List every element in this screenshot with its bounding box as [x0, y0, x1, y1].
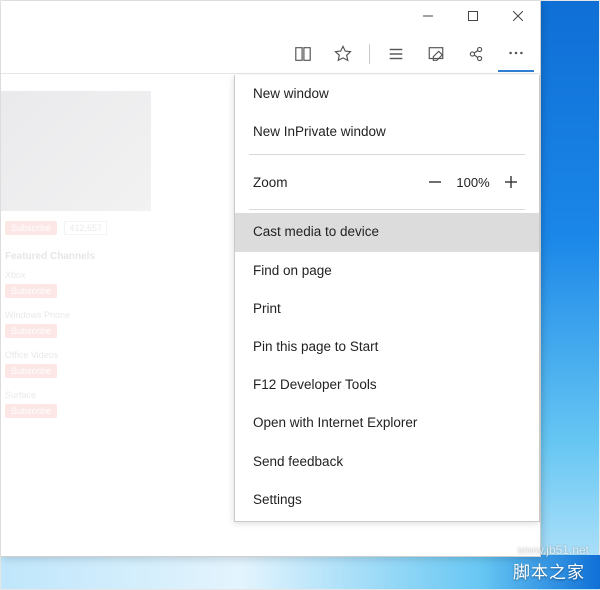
menu-item-find[interactable]: Find on page	[235, 252, 539, 290]
hub-button[interactable]	[378, 36, 414, 72]
close-button[interactable]	[495, 1, 540, 31]
maximize-icon	[468, 11, 478, 21]
star-icon	[334, 45, 352, 63]
subscriber-count-bg: 412,657	[64, 221, 107, 235]
plus-icon	[503, 174, 519, 190]
menu-item-open-ie[interactable]: Open with Internet Explorer	[235, 404, 539, 442]
minus-icon	[427, 174, 443, 190]
featured-channels-heading: Featured Channels	[5, 251, 147, 262]
favorite-button[interactable]	[325, 36, 361, 72]
browser-window: Subscribe 412,657 Featured Channels Xbox…	[1, 1, 541, 557]
menu-item-print[interactable]: Print	[235, 290, 539, 328]
web-note-button[interactable]	[418, 36, 454, 72]
minimize-icon	[423, 11, 433, 21]
zoom-label: Zoom	[253, 175, 419, 190]
channel-item: Surface	[5, 390, 147, 400]
close-icon	[513, 11, 523, 21]
zoom-value: 100%	[451, 175, 495, 190]
window-controls	[405, 1, 540, 31]
channel-item: Xbox	[5, 270, 147, 280]
zoom-in-button[interactable]	[495, 166, 527, 198]
browser-toolbar	[285, 35, 540, 73]
menu-item-f12[interactable]: F12 Developer Tools	[235, 366, 539, 404]
watermark-text: www.jb51.net	[518, 543, 589, 557]
toolbar-separator	[369, 44, 370, 64]
page-content-blurred: Subscribe 412,657 Featured Channels Xbox…	[1, 91, 151, 556]
share-button[interactable]	[458, 36, 494, 72]
minimize-button[interactable]	[405, 1, 450, 31]
menu-item-zoom: Zoom 100%	[235, 158, 539, 206]
menu-item-feedback[interactable]: Send feedback	[235, 443, 539, 481]
desktop-wallpaper-right	[537, 1, 599, 590]
web-note-icon	[427, 45, 445, 63]
menu-separator	[249, 209, 525, 210]
menu-item-settings[interactable]: Settings	[235, 481, 539, 519]
desktop-wallpaper-bottom	[1, 555, 600, 589]
menu-item-cast[interactable]: Cast media to device	[235, 213, 539, 251]
maximize-button[interactable]	[450, 1, 495, 31]
menu-item-new-inprivate[interactable]: New InPrivate window	[235, 113, 539, 151]
channel-item: Windows Phone	[5, 310, 147, 320]
more-menu: New window New InPrivate window Zoom 100…	[234, 75, 540, 522]
hub-icon	[387, 45, 405, 63]
toolbar-divider	[1, 73, 540, 74]
more-icon	[507, 44, 525, 62]
subscribe-button-bg: Subscribe	[5, 221, 57, 235]
caption-text: 脚本之家	[513, 558, 585, 583]
reading-view-icon	[294, 45, 312, 63]
channel-item: Office Videos	[5, 350, 147, 360]
share-icon	[467, 45, 485, 63]
menu-item-pin[interactable]: Pin this page to Start	[235, 328, 539, 366]
zoom-out-button[interactable]	[419, 166, 451, 198]
menu-item-new-window[interactable]: New window	[235, 75, 539, 113]
more-button[interactable]	[498, 36, 534, 72]
menu-separator	[249, 154, 525, 155]
reading-view-button[interactable]	[285, 36, 321, 72]
